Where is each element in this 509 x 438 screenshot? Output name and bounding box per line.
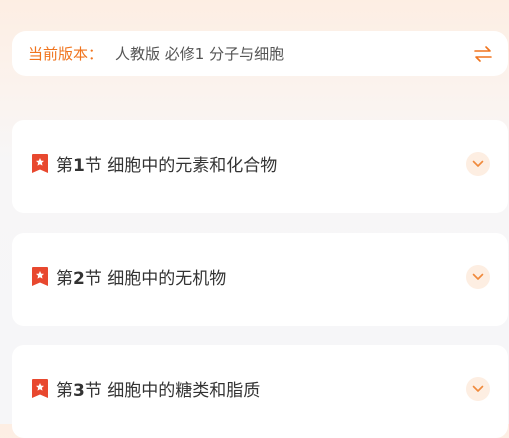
chevron-down-icon[interactable] [466, 376, 490, 401]
section-title: 第2节 细胞中的无机物 [56, 269, 227, 289]
star-badge-icon [32, 266, 48, 286]
swap-arrows-icon[interactable] [472, 43, 494, 65]
version-label: 当前版本： [28, 45, 104, 63]
chevron-down-icon[interactable] [466, 264, 490, 289]
chevron-down-icon[interactable] [466, 151, 490, 176]
section-card[interactable]: 第3节 细胞中的糖类和脂质 [12, 345, 508, 438]
section-card[interactable]: 第1节 细胞中的元素和化合物 [12, 120, 508, 213]
section-title: 第1节 细胞中的元素和化合物 [56, 156, 278, 176]
version-value: 人教版 必修1 分子与细胞 [115, 45, 285, 63]
section-title: 第3节 细胞中的糖类和脂质 [56, 381, 261, 401]
star-badge-icon [32, 153, 48, 173]
section-card[interactable]: 第2节 细胞中的无机物 [12, 233, 508, 326]
star-badge-icon [32, 378, 48, 398]
version-selector[interactable]: 当前版本： 人教版 必修1 分子与细胞 [12, 31, 508, 76]
